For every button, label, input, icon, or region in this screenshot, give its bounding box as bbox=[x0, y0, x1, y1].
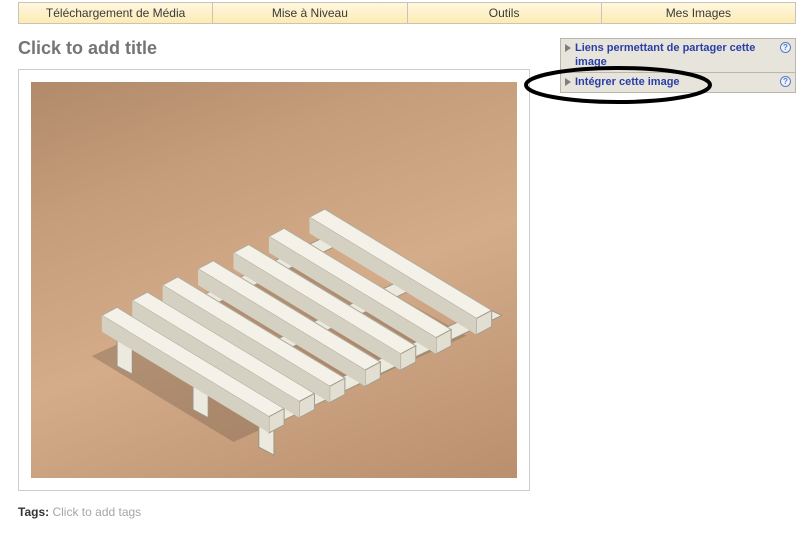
tags-label: Tags: bbox=[18, 505, 49, 519]
tab-upgrade[interactable]: Mise à Niveau bbox=[212, 3, 406, 23]
uploaded-image[interactable] bbox=[31, 82, 517, 478]
tags-row: Tags: Click to add tags bbox=[18, 505, 550, 519]
tab-my-images[interactable]: Mes Images bbox=[601, 3, 795, 23]
panel-embed-label: Intégrer cette image bbox=[575, 75, 776, 89]
tab-upload-media[interactable]: Téléchargement de Média bbox=[18, 3, 212, 23]
right-column: Liens permettant de partager cette image… bbox=[560, 38, 796, 93]
nav-tabs: Téléchargement de Média Mise à Niveau Ou… bbox=[18, 2, 796, 24]
tab-tools[interactable]: Outils bbox=[407, 3, 601, 23]
panel-share-links[interactable]: Liens permettant de partager cette image… bbox=[560, 38, 796, 73]
main-content: Tags: Click to add tags Liens permettant… bbox=[0, 24, 800, 519]
chevron-right-icon bbox=[565, 44, 571, 52]
help-icon[interactable]: ? bbox=[780, 76, 791, 87]
help-icon[interactable]: ? bbox=[780, 42, 791, 53]
image-frame bbox=[18, 69, 530, 491]
chevron-right-icon bbox=[565, 78, 571, 86]
left-column: Tags: Click to add tags bbox=[18, 38, 550, 519]
panel-embed-image[interactable]: Intégrer cette image ? bbox=[560, 73, 796, 93]
pallet-illustration bbox=[31, 82, 517, 478]
tags-input[interactable]: Click to add tags bbox=[52, 505, 141, 519]
panel-share-label: Liens permettant de partager cette image bbox=[575, 41, 776, 69]
title-input[interactable] bbox=[18, 38, 550, 69]
